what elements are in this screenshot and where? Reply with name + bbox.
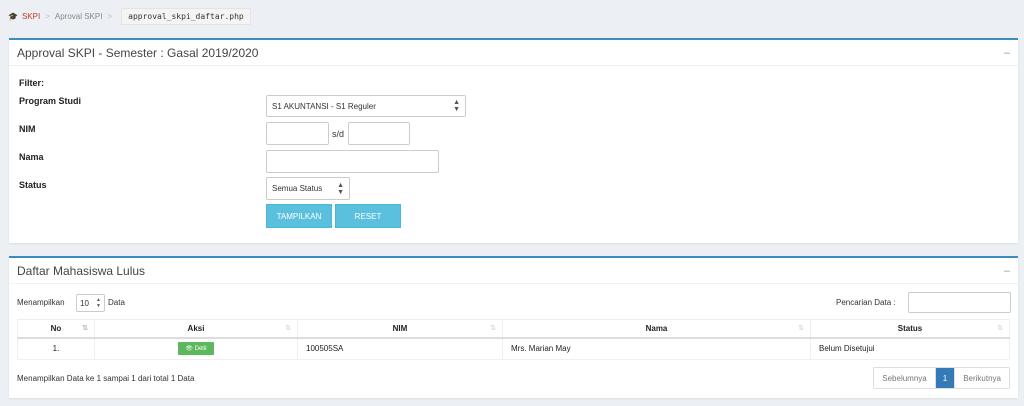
student-table: No ⇅ Aksi ⇅ NIM ⇅ Nama ⇅ Status ⇅ 1. 👁 Detil … <box>17 319 1010 360</box>
page-length-suffix: Data <box>108 298 125 307</box>
table-row: 1. 👁 Detil 100505SA Mrs. Marian May Belu… <box>17 337 1010 360</box>
detail-button[interactable]: 👁 Detil <box>178 342 214 356</box>
pagination-prev-button[interactable]: Sebelumnya <box>874 368 935 388</box>
sort-icon: ⇅ <box>997 325 1003 332</box>
filter-box: Approval SKPI - Semester : Gasal 2019/20… <box>9 38 1018 243</box>
pagination-next-button[interactable]: Berikutnya <box>954 368 1009 388</box>
breadcrumb-home-link[interactable]: SKPI <box>22 12 40 21</box>
nama-label: Nama <box>19 152 44 162</box>
page-length-select[interactable]: 10 ▲ ▼ <box>76 294 105 312</box>
sort-icon: ⇅ <box>285 325 291 332</box>
sort-icon: ⇅ <box>490 325 496 332</box>
column-header-aksi[interactable]: Aksi ⇅ <box>94 319 298 339</box>
cell-no: 1. <box>17 337 95 360</box>
list-box-header: Daftar Mahasiswa Lulus – <box>9 258 1018 284</box>
status-value: Semua Status <box>272 184 323 193</box>
filter-box-title: Approval SKPI - Semester : Gasal 2019/20… <box>17 45 259 60</box>
minus-icon[interactable]: – <box>1004 47 1010 59</box>
minus-icon[interactable]: – <box>1004 265 1010 277</box>
sort-icon: ⇅ <box>798 325 804 332</box>
cell-nama: Mrs. Marian May <box>502 337 811 360</box>
program-studi-value: S1 AKUNTANSI - S1 Reguler <box>272 101 376 111</box>
search-input[interactable] <box>908 292 1011 313</box>
filter-box-header: Approval SKPI - Semester : Gasal 2019/20… <box>9 40 1018 66</box>
cell-status: Belum Disetujui <box>810 337 1010 360</box>
breadcrumb-current: approval_skpi_daftar.php <box>121 7 251 25</box>
filter-label: Filter: <box>19 78 45 88</box>
status-label: Status <box>19 180 47 190</box>
column-header-label: Aksi <box>187 323 205 333</box>
page-length-prefix: Menampilkan <box>17 298 65 307</box>
cell-nim: 100505SA <box>297 337 503 360</box>
column-header-nim[interactable]: NIM ⇅ <box>297 319 503 339</box>
nim-to-input[interactable] <box>348 122 410 145</box>
cell-aksi: 👁 Detil <box>94 337 298 360</box>
nim-from-input[interactable] <box>266 122 329 145</box>
breadcrumb: 🎓 SKPI > Aproval SKPI > approval_skpi_da… <box>0 0 1024 32</box>
nama-input[interactable] <box>266 150 439 173</box>
show-button[interactable]: TAMPILKAN <box>266 204 332 228</box>
eye-icon: 👁 <box>185 346 193 353</box>
column-header-label: NIM <box>392 323 408 333</box>
sort-icon: ⇅ <box>82 325 88 332</box>
program-studi-label: Program Studi <box>19 96 82 106</box>
breadcrumb-separator: > <box>45 11 50 21</box>
status-select[interactable]: Semua Status ▲ ▼ <box>266 177 350 200</box>
pagination: Sebelumnya 1 Berikutnya <box>873 367 1010 389</box>
table-info: Menampilkan Data ke 1 sampai 1 dari tota… <box>17 374 195 383</box>
select-caret-icon: ▲ ▼ <box>337 181 344 196</box>
search-label: Pencarian Data : <box>836 298 896 307</box>
column-header-no[interactable]: No ⇅ <box>17 319 95 339</box>
column-header-nama[interactable]: Nama ⇅ <box>502 319 811 339</box>
column-header-status[interactable]: Status ⇅ <box>810 319 1010 339</box>
column-header-label: Nama <box>645 323 668 333</box>
table-header-row: No ⇅ Aksi ⇅ NIM ⇅ Nama ⇅ Status ⇅ <box>17 319 1010 339</box>
page-length-value: 10 <box>80 298 89 308</box>
pagination-page-1[interactable]: 1 <box>934 368 955 388</box>
breadcrumb-section-link[interactable]: Aproval SKPI <box>55 12 103 21</box>
list-box-title: Daftar Mahasiswa Lulus <box>17 263 146 278</box>
select-caret-icon: ▲ ▼ <box>453 99 460 113</box>
detail-button-label: Detil <box>194 346 207 353</box>
column-header-label: Status <box>897 323 923 333</box>
student-list-box: Daftar Mahasiswa Lulus – Menampilkan 10 … <box>9 256 1018 398</box>
breadcrumb-separator: > <box>107 11 113 21</box>
nim-label: NIM <box>19 124 36 134</box>
column-header-label: No <box>50 323 62 333</box>
reset-button[interactable]: RESET <box>335 204 401 228</box>
nim-sd-label: s/d <box>332 129 345 139</box>
graduation-cap-icon: 🎓 <box>8 11 18 21</box>
program-studi-select[interactable]: S1 AKUNTANSI - S1 Reguler ▲ ▼ <box>266 95 466 117</box>
select-caret-icon: ▲ ▼ <box>96 297 101 309</box>
